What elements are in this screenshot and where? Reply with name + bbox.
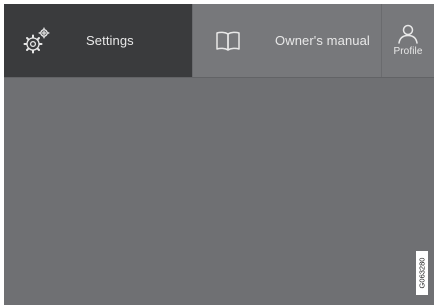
- owners-manual-label: Owner's manual: [275, 33, 370, 48]
- top-bar: Settings Owner's manual Profile: [4, 4, 434, 77]
- figure-reference-text: G063280: [417, 257, 427, 289]
- screen: Settings Owner's manual Profile G063280: [4, 4, 434, 305]
- profile-label: Profile: [393, 46, 423, 57]
- gear-icon: [22, 26, 52, 56]
- settings-label: Settings: [86, 33, 134, 48]
- topbar-divider: [4, 77, 434, 78]
- settings-button[interactable]: Settings: [4, 4, 192, 77]
- owners-manual-button[interactable]: Owner's manual: [192, 4, 381, 77]
- figure-reference: G063280: [416, 251, 428, 295]
- book-icon: [215, 30, 241, 52]
- profile-button[interactable]: Profile: [381, 4, 434, 77]
- person-icon: [396, 24, 420, 44]
